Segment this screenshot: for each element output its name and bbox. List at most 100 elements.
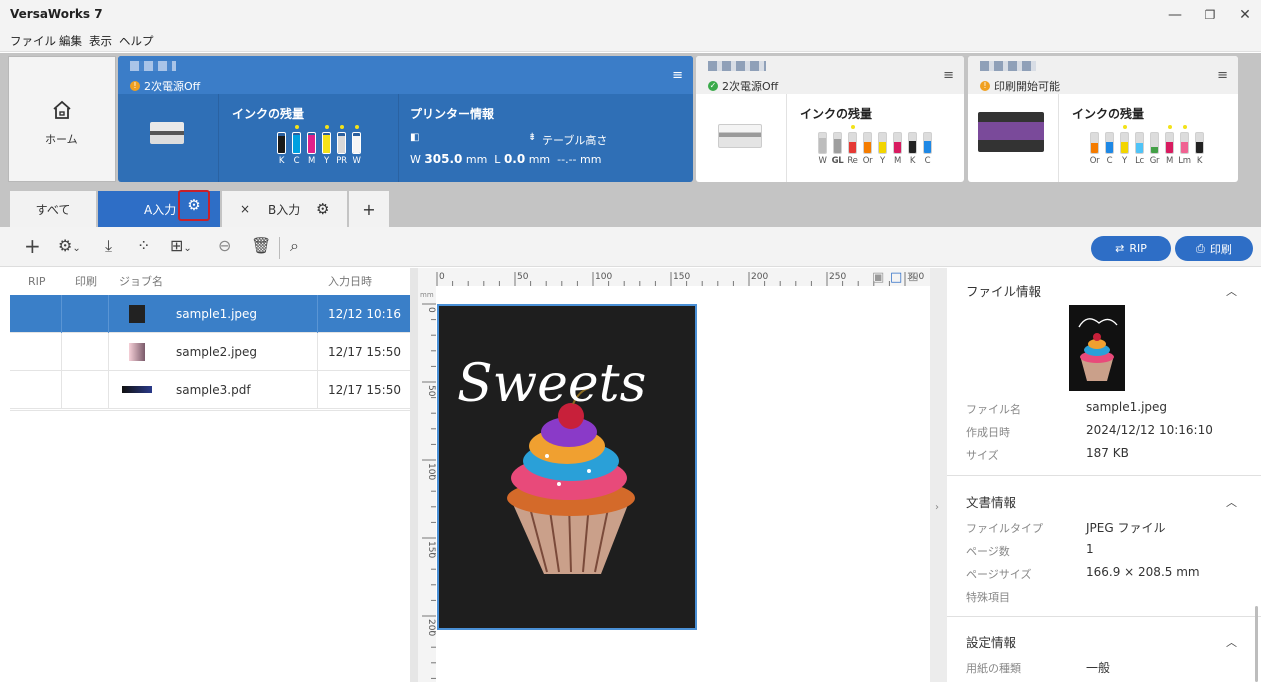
page-size-value: 166.9 × 208.5 mm [1086, 565, 1200, 579]
chevron-up-icon[interactable]: ︿ [1226, 283, 1237, 299]
chevron-up-icon[interactable]: ︿ [1226, 634, 1237, 650]
file-type-label: ファイルタイプ [966, 522, 1043, 535]
tab-a-input[interactable]: A入力 ⚙ [98, 190, 220, 227]
ink-level-fill [1151, 147, 1158, 153]
ink-label: Lm [1178, 156, 1191, 166]
panel-scrollbar[interactable] [1255, 606, 1258, 682]
rip-button[interactable]: ⇄ RIP [1091, 236, 1171, 261]
menu-view[interactable]: 表示 [89, 33, 112, 49]
printer-card-2[interactable]: ✓ 2次電源Off ≡ インクの残量 W GL Re Or Y M K C [696, 56, 964, 182]
col-date[interactable]: 入力日時 [328, 268, 372, 295]
pages-value: 1 [1086, 542, 1094, 556]
job-date: 12/17 15:50 [328, 383, 401, 397]
ruler-unit: mm [420, 291, 434, 299]
download-icon[interactable]: ⤓ [105, 235, 112, 257]
delete-icon[interactable]: 🗑 [251, 235, 271, 257]
job-name: sample3.pdf [176, 383, 251, 397]
ink-cartridge: K [1193, 125, 1206, 166]
menu-icon[interactable]: ≡ [1217, 68, 1228, 83]
file-name-value: sample1.jpeg [1086, 400, 1168, 414]
minimize-button[interactable]: — [1160, 4, 1190, 26]
ink-cartridge: Y [876, 125, 889, 166]
ink-level-fill [879, 142, 886, 153]
menu-file[interactable]: ファイル [10, 33, 56, 49]
ink-label: Or [862, 156, 873, 166]
ink-label: K [909, 156, 916, 166]
pages-label: ページ数 [966, 545, 1010, 558]
stop-icon[interactable]: ⊖ [218, 235, 231, 257]
menu-icon[interactable]: ≡ [943, 68, 954, 83]
ink-label: M [307, 156, 316, 166]
ink-level-fill [1136, 143, 1143, 153]
ink-label: Or [1089, 156, 1100, 166]
printer-card-header: ✓ 2次電源Off ≡ [696, 56, 964, 94]
ink-cartridge: Gr [1148, 125, 1161, 166]
doc-info-title: 文書情報 [966, 495, 1017, 510]
queue-settings-gear-icon[interactable]: ⚙ [178, 190, 210, 221]
queue-settings-gear-icon[interactable]: ⚙ [316, 200, 329, 218]
ink-label: C [293, 156, 300, 166]
job-row[interactable]: sample1.jpeg 12/12 10:16 [10, 295, 410, 333]
job-date: 12/12 10:16 [328, 307, 401, 321]
media-type-value: 一般 [1086, 661, 1111, 675]
single-view-icon[interactable]: □ [890, 270, 902, 285]
grid-view-icon[interactable]: ⊞ [908, 270, 919, 285]
col-print[interactable]: 印刷 [75, 268, 97, 295]
cupcake-image: Sweets [457, 354, 646, 574]
add-job-icon[interactable]: + [24, 235, 41, 257]
ink-level-fill [1196, 142, 1203, 153]
ink-cartridge: K [275, 125, 288, 166]
menu-icon[interactable]: ≡ [672, 68, 683, 83]
job-row[interactable]: sample2.jpeg 12/17 15:50 [10, 333, 410, 371]
restore-button[interactable]: ❐ [1195, 4, 1225, 26]
person-view-icon[interactable]: ▣ [872, 270, 884, 285]
close-tab-icon[interactable]: × [240, 202, 250, 216]
chevron-right-icon: › [935, 502, 939, 513]
artwork-preview[interactable]: Sweets [437, 304, 697, 630]
collapse-panel-handle[interactable]: › [930, 268, 947, 682]
col-job-name[interactable]: ジョブ名 [119, 268, 163, 295]
ink-label: K [278, 156, 285, 166]
tab-all[interactable]: すべて [10, 191, 96, 227]
ink-label: PR [336, 156, 347, 166]
close-button[interactable]: ✕ [1230, 4, 1260, 26]
processing-icon[interactable]: ⁘ [137, 235, 150, 257]
chevron-up-icon[interactable]: ︿ [1226, 494, 1237, 510]
media-type-label: 用紙の種類 [966, 662, 1021, 675]
layout-icon[interactable]: ⊞⌄ [170, 235, 192, 260]
job-settings-icon[interactable]: ⚙⌄ [58, 235, 81, 260]
job-thumbnail [129, 343, 145, 361]
print-button[interactable]: ⎙ 印刷 [1175, 236, 1253, 261]
search-icon[interactable]: ⌕ [290, 235, 299, 257]
settings-info-title: 設定情報 [966, 635, 1017, 650]
file-info-title: ファイル情報 [966, 284, 1042, 299]
ruler-label: 200 [426, 619, 436, 636]
tab-b-input[interactable]: × B入力 ⚙ [222, 191, 347, 227]
home-button[interactable]: ホーム [8, 56, 116, 182]
ink-cartridge: M [891, 125, 904, 166]
splitter[interactable] [410, 268, 418, 682]
ruler-label: 0 [426, 307, 436, 313]
add-tab-button[interactable]: + [349, 191, 389, 227]
ink-cartridge: K [906, 125, 919, 166]
ink-level-fill [353, 136, 360, 153]
ruler-label: 100 [595, 272, 612, 282]
ink-cartridge: C [290, 125, 303, 166]
printer-thumbnail [978, 112, 1044, 152]
size-label: サイズ [966, 449, 999, 462]
ink-level-fill [834, 139, 841, 153]
job-name: sample2.jpeg [176, 345, 258, 359]
ink-label: M [893, 156, 902, 166]
menu-edit[interactable]: 編集 [59, 33, 82, 49]
ink-cartridge: W [816, 125, 829, 166]
printer-card-1[interactable]: ! 2次電源Off ≡ インクの残量 K C M Y PR W プリンター情報 ◧ ⇟ テ… [118, 56, 693, 182]
printer-card-3[interactable]: ! 印刷開始可能 ≡ インクの残量 Or C Y Lc Gr M Lm K [968, 56, 1238, 182]
ink-label: Lc [1135, 156, 1144, 166]
col-rip[interactable]: RIP [28, 268, 46, 295]
menu-help[interactable]: ヘルプ [119, 33, 154, 49]
ink-level-fill [293, 135, 300, 153]
app-title: VersaWorks 7 [10, 7, 103, 21]
printer-name-blurred [130, 61, 176, 71]
created-label: 作成日時 [966, 426, 1010, 439]
job-row[interactable]: sample3.pdf 12/17 15:50 [10, 371, 410, 409]
